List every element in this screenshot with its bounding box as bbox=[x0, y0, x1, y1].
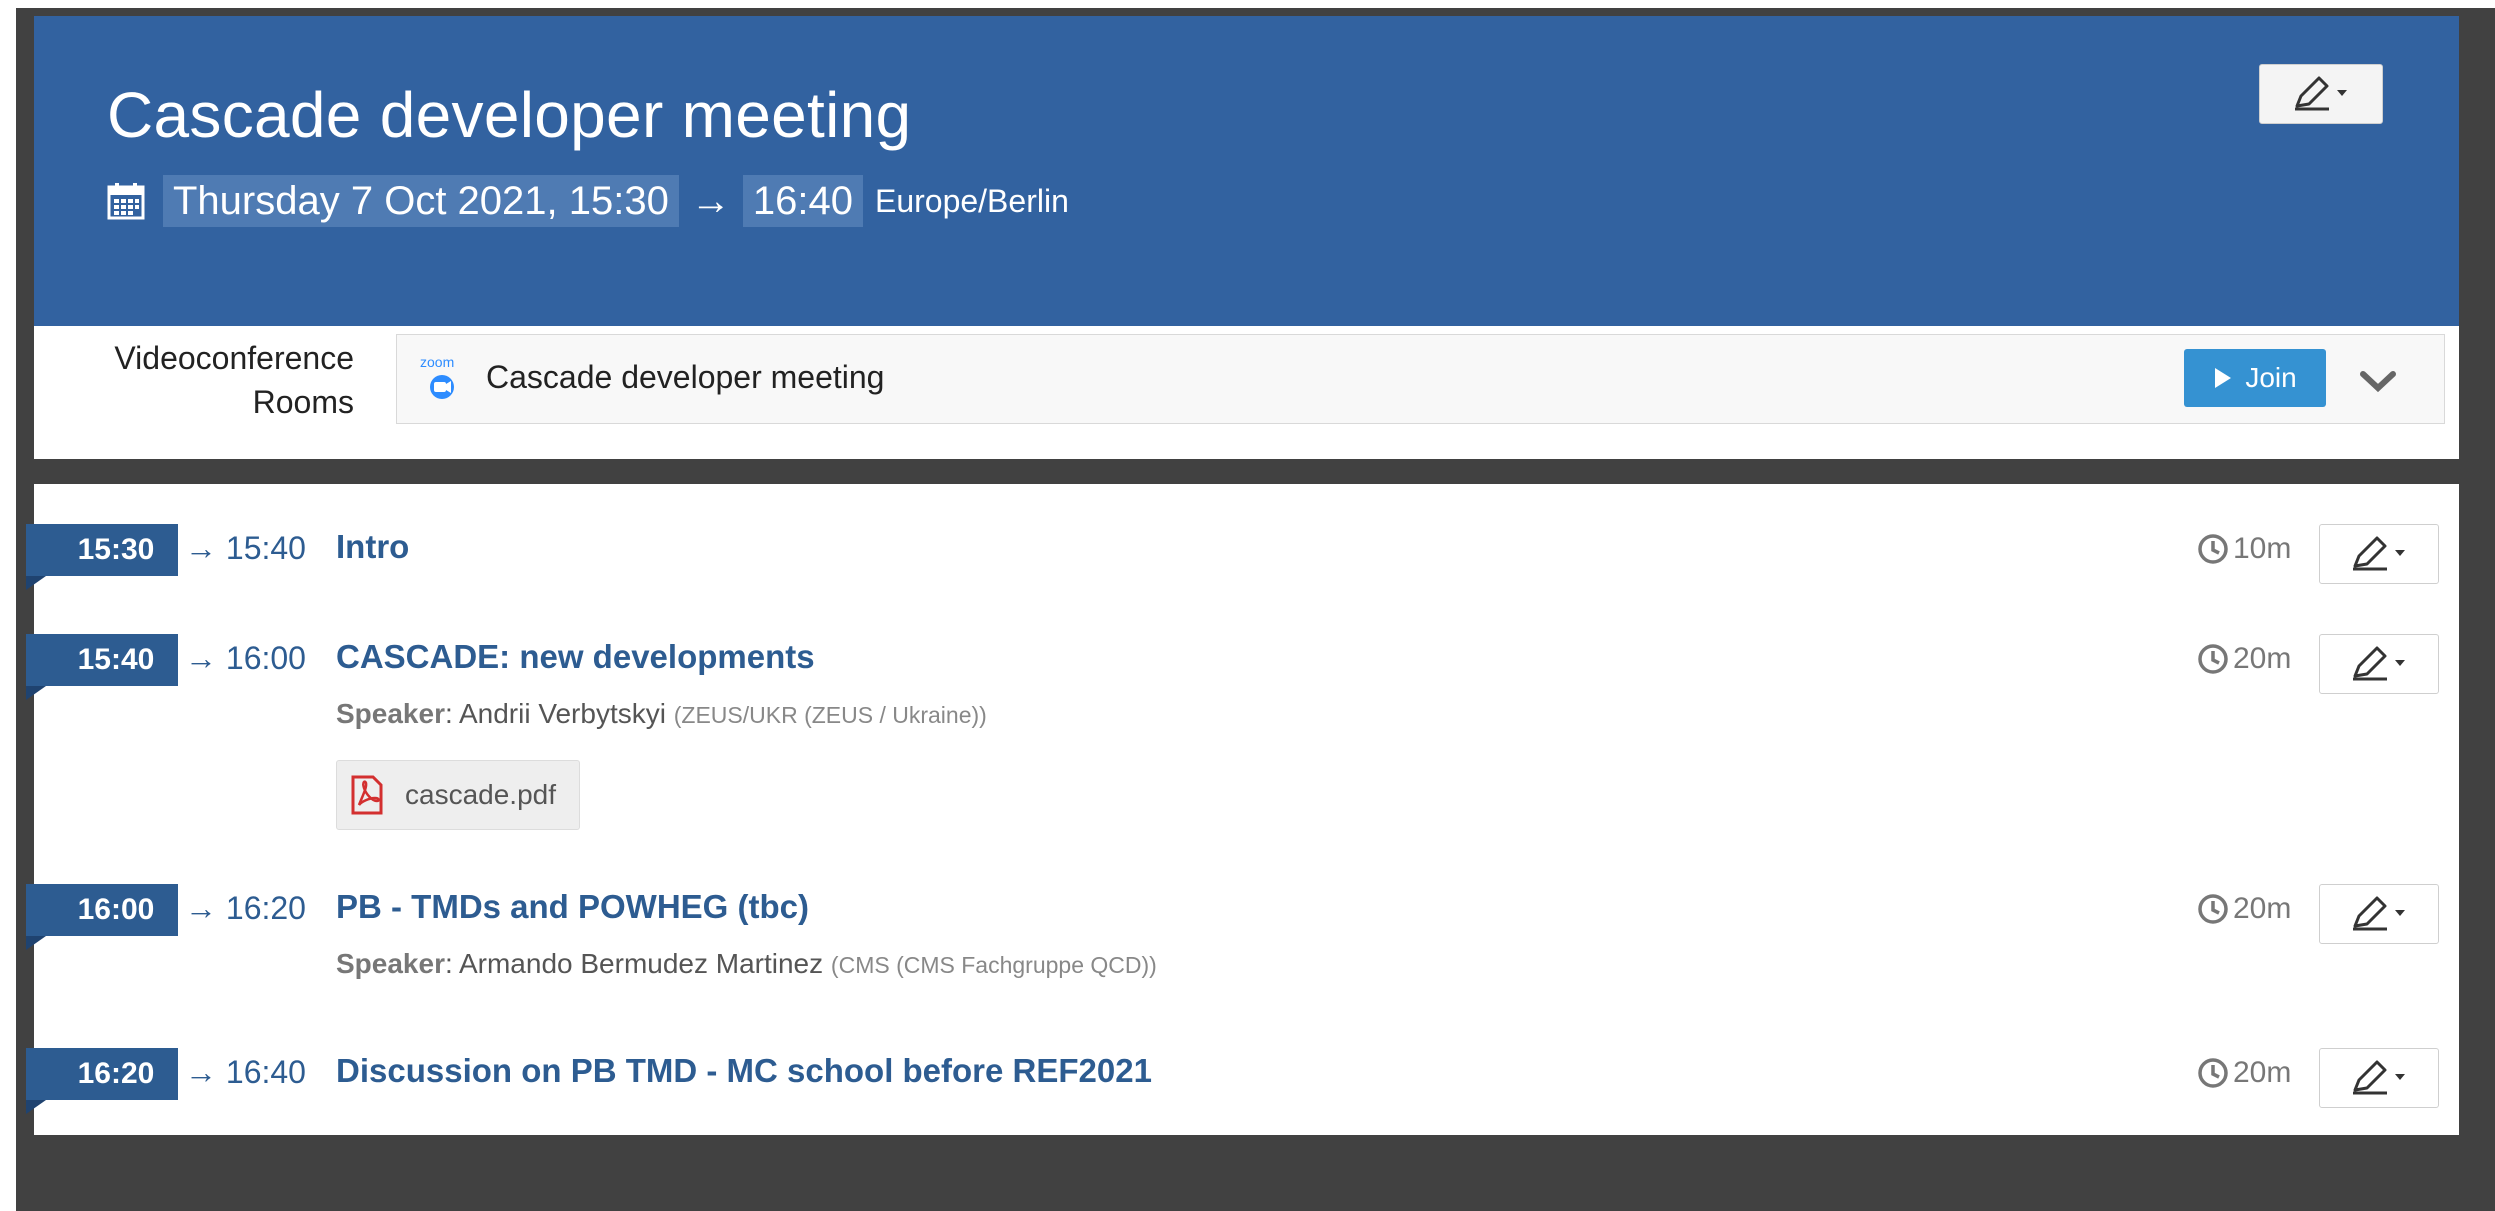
contribution-edit-menu-button[interactable] bbox=[2319, 884, 2439, 944]
speaker-affiliation: (CMS (CMS Fachgruppe QCD)) bbox=[830, 952, 1157, 978]
duration: 20m bbox=[2197, 1056, 2291, 1090]
videoconference-label-line2: Rooms bbox=[252, 384, 354, 420]
chevron-down-icon[interactable] bbox=[2359, 365, 2397, 395]
play-icon bbox=[2215, 368, 2232, 388]
date-arrow: → bbox=[690, 178, 731, 223]
duration-value: 10m bbox=[2233, 532, 2292, 565]
pencil-edit-icon bbox=[2353, 1060, 2405, 1095]
zoom-logo-icon: zoom bbox=[420, 354, 454, 399]
event-date-row: Thursday 7 Oct 2021, 15:30 → 16:40 Europ… bbox=[107, 175, 1069, 227]
join-button[interactable]: Join bbox=[2184, 349, 2326, 407]
clock-icon bbox=[2198, 534, 2228, 564]
flag-tail bbox=[26, 936, 46, 950]
end-time: → 16:20 bbox=[185, 890, 306, 926]
pencil-edit-icon bbox=[2353, 896, 2405, 931]
event-edit-menu-button[interactable] bbox=[2259, 64, 2383, 124]
contribution-title-link[interactable]: CASCADE: new developments bbox=[336, 638, 815, 676]
pencil-edit-icon bbox=[2353, 646, 2405, 681]
duration-value: 20m bbox=[2233, 1056, 2292, 1089]
start-time-flag: 15:40 bbox=[26, 634, 178, 686]
contribution-title-link[interactable]: PB - TMDs and POWHEG (tbc) bbox=[336, 888, 809, 926]
start-time-flag: 16:20 bbox=[26, 1048, 178, 1100]
duration: 20m bbox=[2197, 642, 2291, 676]
pencil-edit-icon bbox=[2295, 76, 2347, 111]
videoconference-label-line1: Videoconference bbox=[114, 340, 354, 376]
speaker-line: Speaker: Armando Bermudez Martinez (CMS … bbox=[336, 948, 1157, 980]
contribution-edit-menu-button[interactable] bbox=[2319, 634, 2439, 694]
clock-icon bbox=[2198, 894, 2228, 924]
pdf-file-icon bbox=[351, 775, 383, 815]
end-time: → 15:40 bbox=[185, 530, 306, 566]
videoconference-room[interactable]: zoom Cascade developer meeting Join bbox=[396, 334, 2445, 424]
event-title: Cascade developer meeting bbox=[107, 79, 912, 151]
event-header: Cascade developer meeting Thursday 7 Oct… bbox=[34, 16, 2459, 326]
flag-tail bbox=[26, 686, 46, 700]
clock-icon bbox=[2198, 1058, 2228, 1088]
duration: 20m bbox=[2197, 892, 2291, 926]
speaker-affiliation: (ZEUS/UKR (ZEUS / Ukraine)) bbox=[673, 702, 987, 728]
contribution-edit-menu-button[interactable] bbox=[2319, 1048, 2439, 1108]
end-time: → 16:00 bbox=[185, 640, 306, 676]
end-time: → 16:40 bbox=[185, 1054, 306, 1090]
speaker-label: Speaker bbox=[336, 948, 445, 979]
videoconference-label: Videoconference Rooms bbox=[114, 336, 354, 424]
timetable: 15:30 → 15:40 Intro 10m 15:40 → 16:00 CA… bbox=[26, 484, 2459, 1135]
videoconference-panel: Videoconference Rooms zoom Cascade devel… bbox=[34, 326, 2459, 459]
start-time-flag: 15:30 bbox=[26, 524, 178, 576]
zoom-logo-text: zoom bbox=[420, 354, 454, 370]
speaker-label: Speaker bbox=[336, 698, 445, 729]
event-timezone: Europe/Berlin bbox=[874, 182, 1069, 219]
event-start-date[interactable]: Thursday 7 Oct 2021, 15:30 bbox=[163, 175, 679, 227]
contribution-title-link[interactable]: Intro bbox=[336, 528, 409, 566]
contribution-edit-menu-button[interactable] bbox=[2319, 524, 2439, 584]
flag-tail bbox=[26, 576, 46, 590]
speaker-name: : Andrii Verbytskyi bbox=[444, 698, 666, 729]
speaker-name: : Armando Bermudez Martinez bbox=[444, 948, 824, 979]
pencil-edit-icon bbox=[2353, 536, 2405, 571]
event-end-time[interactable]: 16:40 bbox=[742, 175, 863, 227]
speaker-line: Speaker: Andrii Verbytskyi (ZEUS/UKR (ZE… bbox=[336, 698, 987, 730]
duration-value: 20m bbox=[2233, 642, 2292, 675]
start-time-flag: 16:00 bbox=[26, 884, 178, 936]
calendar-icon bbox=[107, 183, 145, 220]
attachment-name: cascade.pdf bbox=[405, 779, 556, 810]
attachment-link[interactable]: cascade.pdf bbox=[336, 760, 580, 830]
join-button-label: Join bbox=[2245, 362, 2297, 393]
videoconference-room-name: Cascade developer meeting bbox=[486, 359, 885, 395]
clock-icon bbox=[2198, 644, 2228, 674]
duration-value: 20m bbox=[2233, 892, 2292, 925]
flag-tail bbox=[26, 1100, 46, 1114]
contribution-title-link[interactable]: Discussion on PB TMD - MC school before … bbox=[336, 1052, 1152, 1090]
duration: 10m bbox=[2197, 532, 2291, 566]
